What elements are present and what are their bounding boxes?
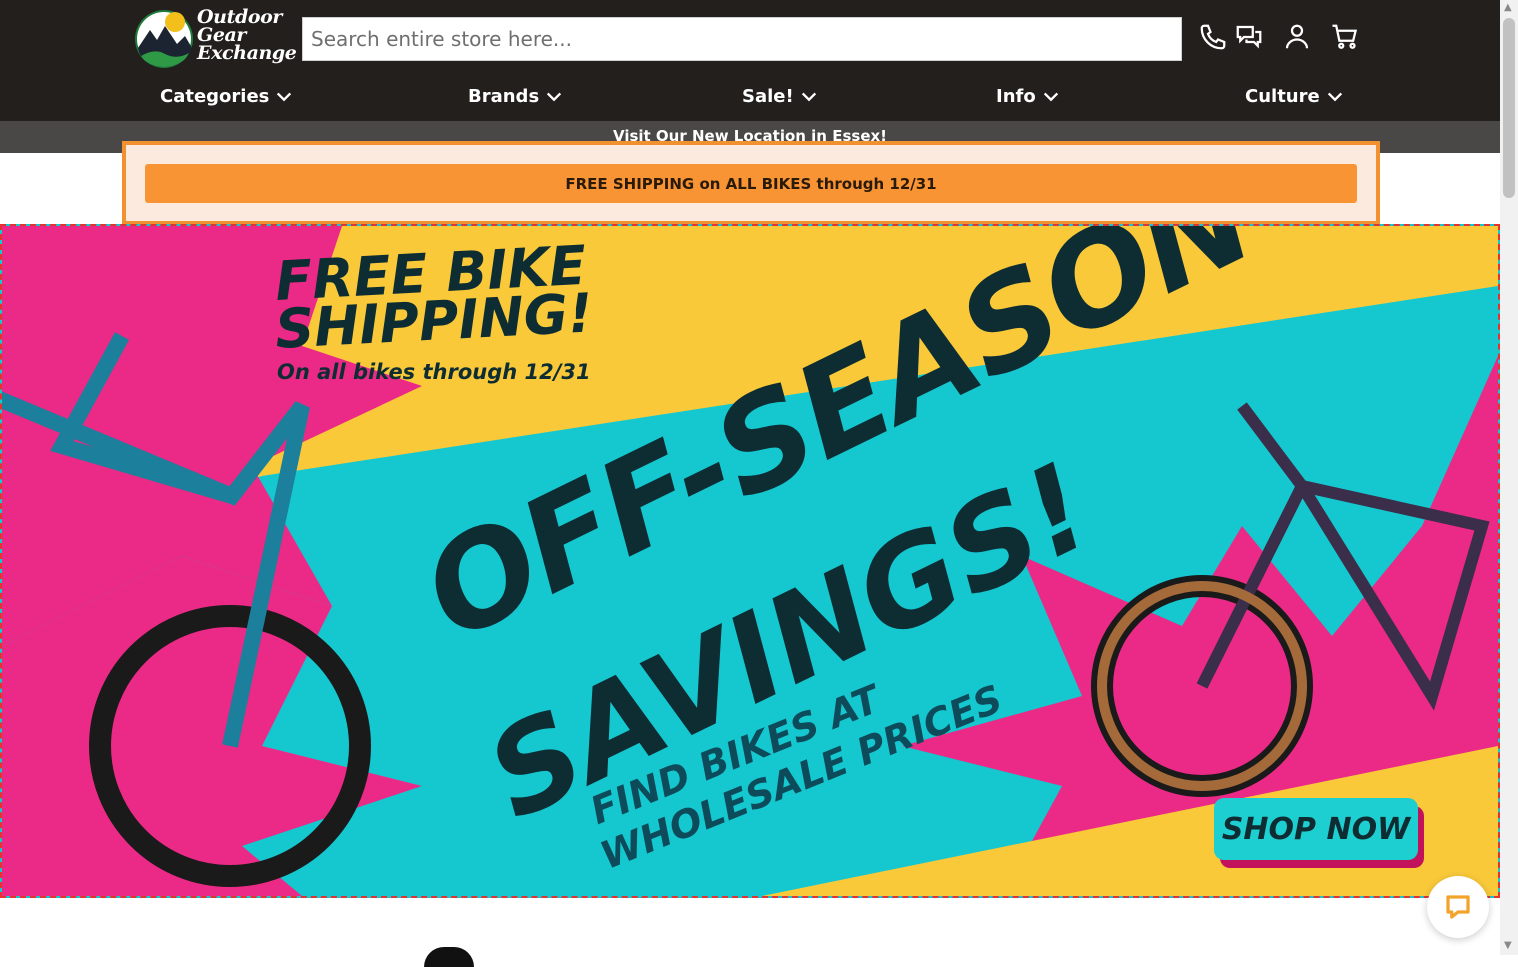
chat-bubble-icon: [1446, 895, 1470, 919]
site-header: Outdoor Gear Exchange Categories Brands …: [0, 0, 1500, 121]
nav-label: Sale!: [742, 86, 794, 107]
hero-banner[interactable]: FREE BIKE SHIPPING! On all bikes through…: [0, 224, 1500, 898]
nav-label: Categories: [160, 86, 270, 107]
free-shipping-button[interactable]: FREE SHIPPING on ALL BIKES through 12/31: [145, 164, 1357, 203]
search-input[interactable]: [302, 17, 1182, 61]
chat-icon[interactable]: [1234, 22, 1264, 52]
nav-categories[interactable]: Categories: [160, 86, 293, 107]
scroll-up-arrow[interactable]: ▲: [1504, 2, 1512, 13]
chevron-down-icon: [277, 92, 292, 101]
nav-label: Info: [996, 86, 1036, 107]
store-logo[interactable]: Outdoor Gear Exchange: [135, 8, 297, 72]
hero-subtitle: On all bikes through 12/31: [277, 360, 591, 384]
scroll-down-arrow[interactable]: ▼: [1504, 940, 1512, 951]
page-scrollbar[interactable]: ▲ ▼: [1500, 0, 1518, 955]
account-icon[interactable]: [1282, 22, 1312, 52]
chevron-down-icon: [547, 92, 562, 101]
nav-sale[interactable]: Sale!: [742, 86, 818, 107]
nav-brands[interactable]: Brands: [468, 86, 563, 107]
chevron-down-icon: [801, 92, 816, 101]
chat-widget-button[interactable]: [1427, 876, 1489, 938]
cart-icon[interactable]: [1330, 22, 1360, 52]
scrollbar-thumb[interactable]: [1503, 18, 1515, 198]
main-navigation: Categories Brands Sale! Info Culture: [0, 80, 1500, 120]
chevron-down-icon: [1043, 92, 1058, 101]
nav-label: Brands: [468, 86, 540, 107]
logo-line-3: Exchange: [197, 42, 297, 64]
nav-culture[interactable]: Culture: [1245, 86, 1344, 107]
shop-now-button[interactable]: SHOP NOW: [1214, 798, 1418, 860]
nav-info[interactable]: Info: [996, 86, 1060, 107]
phone-icon[interactable]: [1198, 22, 1228, 52]
shipping-promo-banner: FREE SHIPPING on ALL BIKES through 12/31: [122, 141, 1380, 225]
logo-wordmark: Outdoor Gear Exchange: [197, 8, 297, 64]
section-icon: [424, 947, 474, 967]
hero-title-line-2: SHIPPING!: [273, 281, 595, 361]
mountain-logo-icon: [135, 10, 193, 68]
chevron-down-icon: [1327, 92, 1342, 101]
nav-label: Culture: [1245, 86, 1320, 107]
